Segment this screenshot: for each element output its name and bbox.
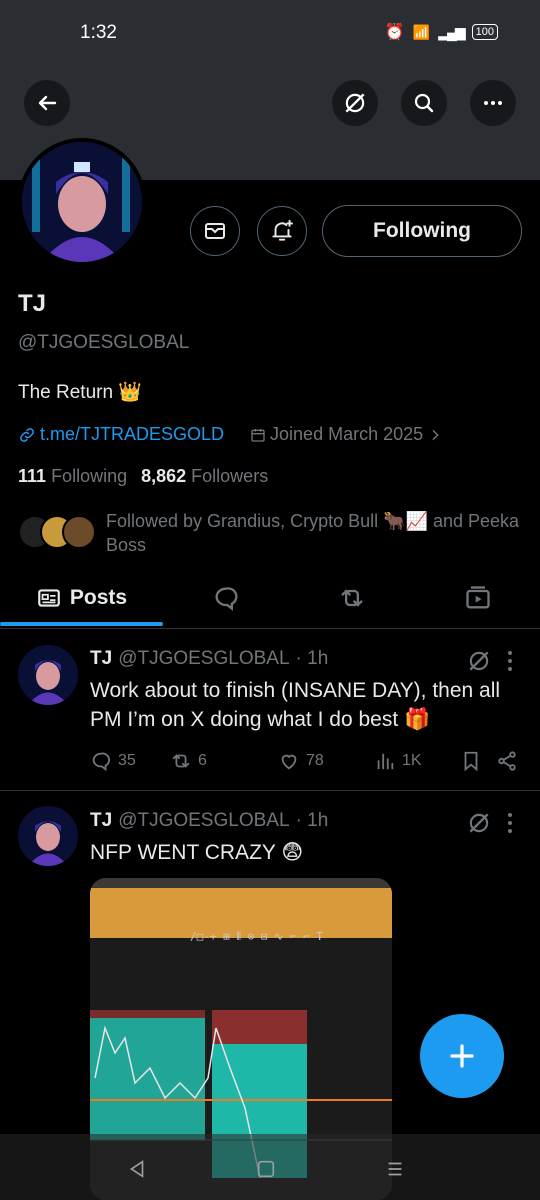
battery-indicator: 100 xyxy=(471,24,498,40)
followed-by-text: Followed by Grandius, Crypto Bull 🐂📈 and… xyxy=(106,511,520,555)
post-header: TJ @TJGOESGLOBAL · 1h xyxy=(90,648,328,670)
nav-home-icon[interactable] xyxy=(255,1158,277,1180)
grok-icon[interactable] xyxy=(466,810,492,836)
post-header: TJ @TJGOESGLOBAL · 1h xyxy=(90,810,328,832)
post-text: NFP WENT CRAZY 😨 xyxy=(90,841,304,864)
reply-button[interactable]: 35 xyxy=(90,750,170,772)
wifi-icon: 📶 xyxy=(412,23,431,40)
status-time: 1:32 xyxy=(80,22,117,43)
like-button[interactable]: 78 xyxy=(278,750,374,772)
like-icon xyxy=(281,754,297,770)
followers-label: Followers xyxy=(191,466,269,486)
compose-icon xyxy=(450,1044,474,1068)
alarm-icon: ⏰ xyxy=(384,24,405,41)
post-actions: 35 6 78 1K xyxy=(90,750,530,772)
avatar-image xyxy=(18,645,78,705)
video-icon xyxy=(465,586,490,609)
more-icon xyxy=(484,101,502,105)
back-arrow-icon xyxy=(38,95,57,111)
following-stat[interactable]: 111 Following xyxy=(18,466,127,487)
signal-icon: ▂▄▆ xyxy=(438,23,465,40)
tab-replies[interactable] xyxy=(163,570,289,626)
back-button[interactable] xyxy=(24,80,70,126)
share-icon[interactable] xyxy=(496,750,518,772)
views-button[interactable]: 1K xyxy=(374,750,460,772)
repost-icon xyxy=(341,589,363,607)
posts-icon xyxy=(38,589,60,607)
repost-button[interactable]: 6 xyxy=(170,750,278,772)
post-handle: @TJGOESGLOBAL xyxy=(118,648,290,669)
nav-recents-icon[interactable] xyxy=(384,1158,406,1180)
grok-button[interactable] xyxy=(332,80,378,126)
compose-button[interactable] xyxy=(420,1014,504,1098)
followers-count: 8,862 xyxy=(141,466,187,486)
profile-link[interactable]: t.me/TJTRADESGOLD xyxy=(18,424,224,445)
post-avatar[interactable] xyxy=(18,806,78,866)
repost-count: 6 xyxy=(198,752,207,769)
following-count: 111 xyxy=(18,466,47,486)
post-text: Work about to finish (INSANE DAY), then … xyxy=(90,679,501,731)
post-author[interactable]: TJ xyxy=(90,648,112,670)
post-more-icon[interactable] xyxy=(500,810,520,836)
avatar xyxy=(62,515,96,549)
views-count: 1K xyxy=(402,752,422,769)
message-button[interactable] xyxy=(190,206,240,256)
following-label: Following xyxy=(51,466,128,486)
tab-media[interactable] xyxy=(415,570,540,626)
profile-link-text: t.me/TJTRADESGOLD xyxy=(40,424,225,444)
like-count: 78 xyxy=(306,752,324,769)
search-button[interactable] xyxy=(401,80,447,126)
post-handle: @TJGOESGLOBAL xyxy=(118,810,290,831)
profile-handle: @TJGOESGLOBAL xyxy=(18,332,190,353)
tab-posts[interactable]: Posts xyxy=(0,570,163,626)
notify-bell-icon xyxy=(272,220,293,241)
post-time: · 1h xyxy=(295,648,329,669)
followed-by[interactable]: Followed by Grandius, Crypto Bull 🐂📈 and… xyxy=(18,509,526,557)
reply-icon xyxy=(92,752,110,772)
post-author[interactable]: TJ xyxy=(90,810,112,832)
chevron-right-icon xyxy=(432,429,439,440)
search-icon xyxy=(414,93,434,113)
profile-bio: The Return 👑 xyxy=(18,382,142,403)
post-avatar[interactable] xyxy=(18,645,78,705)
profile-joined[interactable]: Joined March 2025 xyxy=(250,424,443,445)
post-more-icon[interactable] xyxy=(500,648,520,674)
joined-text: Joined March 2025 xyxy=(270,424,424,444)
follow-stats: 111 Following 8,862 Followers xyxy=(18,466,268,487)
profile-tabs: Posts xyxy=(0,570,540,629)
calendar-icon xyxy=(251,428,265,442)
post-time: · 1h xyxy=(295,810,329,831)
nav-back-icon[interactable] xyxy=(126,1158,148,1180)
divider xyxy=(0,790,540,791)
grok-icon xyxy=(345,93,365,113)
reply-count: 35 xyxy=(118,752,136,769)
profile-meta: t.me/TJTRADESGOLD Joined March 2025 xyxy=(18,424,443,445)
reply-icon xyxy=(215,587,238,611)
profile-name: TJ xyxy=(18,290,47,317)
status-icons: ⏰ 📶 ▂▄▆ 100 xyxy=(385,22,498,42)
following-button[interactable]: Following xyxy=(322,205,522,257)
bookmark-icon[interactable] xyxy=(460,750,482,772)
followed-avatars xyxy=(18,515,96,549)
views-icon xyxy=(377,753,394,770)
notify-button[interactable] xyxy=(257,206,307,256)
avatar-image xyxy=(22,142,142,262)
tab-posts-label: Posts xyxy=(69,586,128,609)
tab-active-indicator xyxy=(0,622,163,626)
grok-icon[interactable] xyxy=(466,648,492,674)
repost-icon xyxy=(172,754,190,768)
more-button[interactable] xyxy=(470,80,516,126)
profile-avatar[interactable] xyxy=(18,138,146,266)
system-nav-bar xyxy=(0,1134,540,1200)
link-icon xyxy=(20,427,34,442)
followers-stat[interactable]: 8,862 Followers xyxy=(141,466,268,487)
tab-reposts[interactable] xyxy=(289,570,415,626)
svg-text:/□-+ ⊞ ⫴ ⊙ ⊟ ∿ ⌐ ⌐ T: /□-+ ⊞ ⫴ ⊙ ⊟ ∿ ⌐ ⌐ T xyxy=(190,930,323,943)
avatar-image xyxy=(18,806,78,866)
mail-icon xyxy=(205,223,225,239)
